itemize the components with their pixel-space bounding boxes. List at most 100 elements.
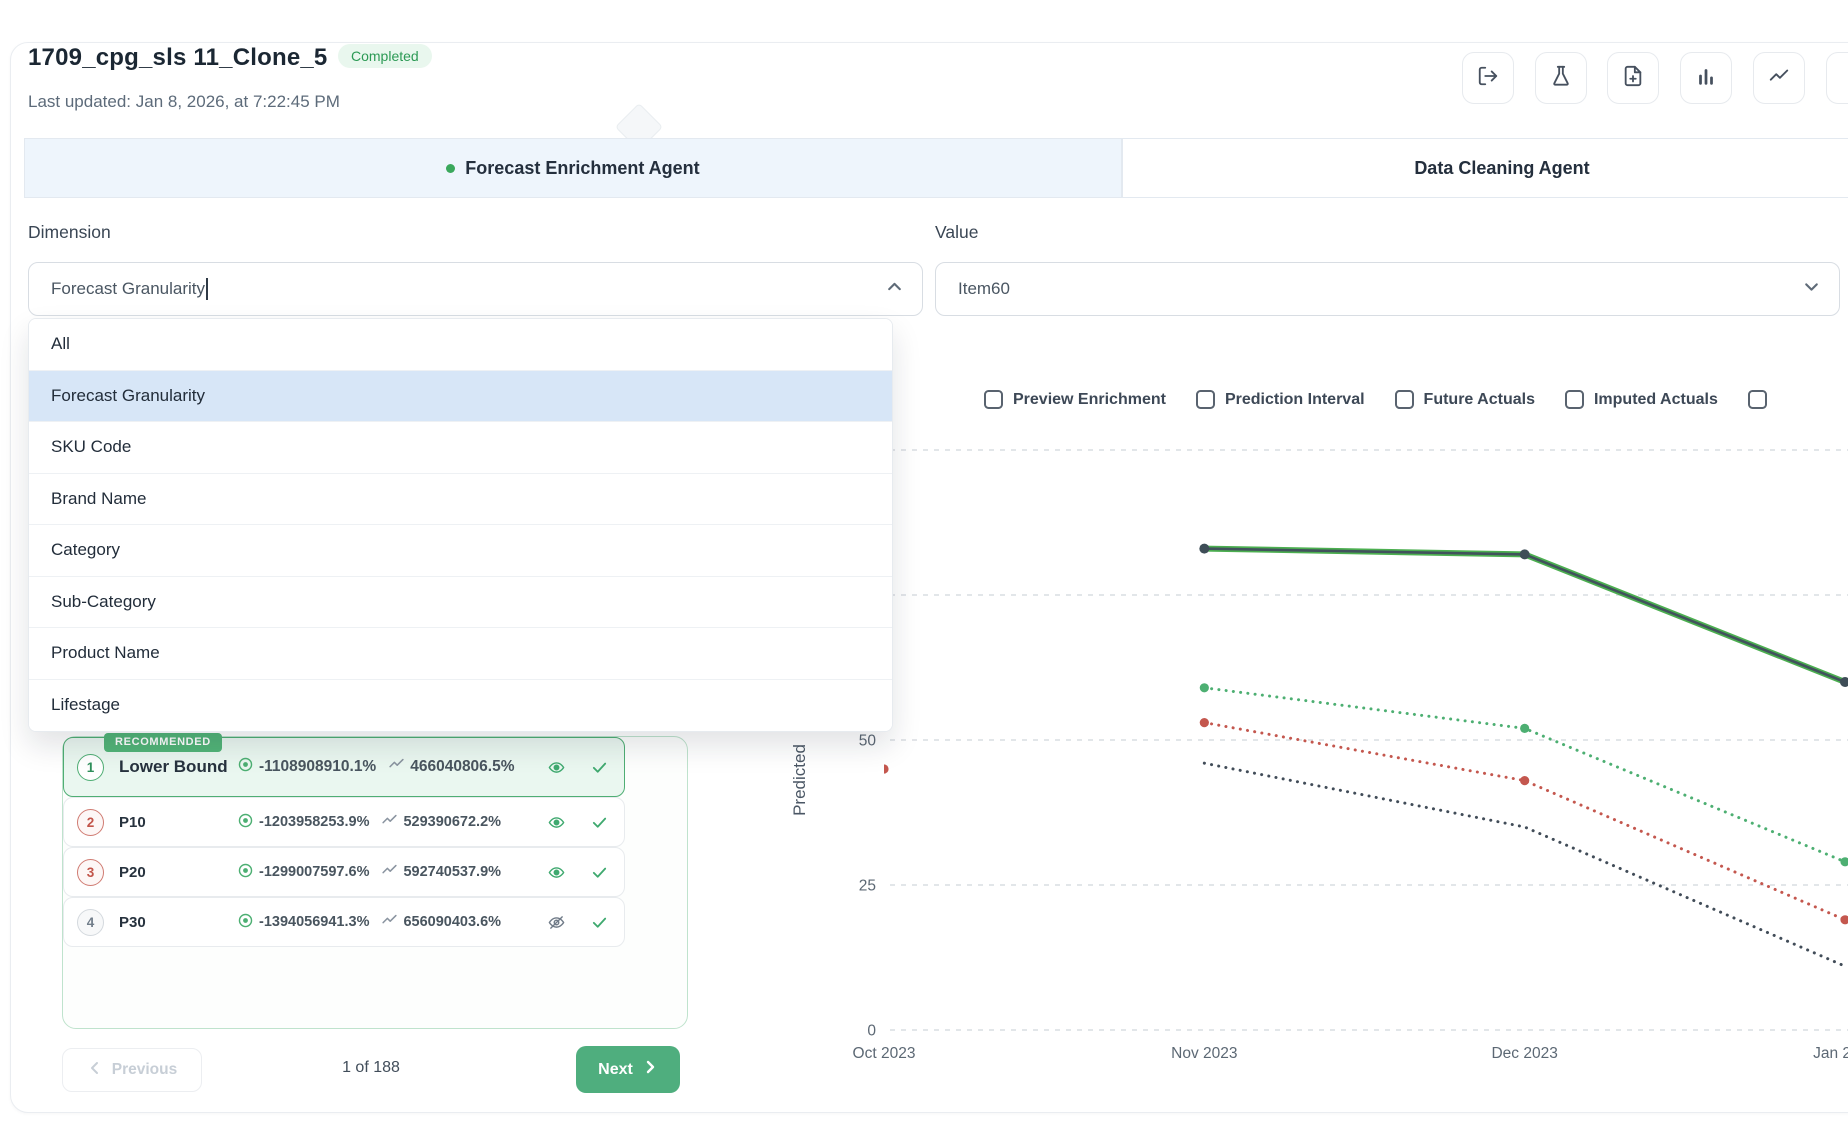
dimension-option-forecast-granularity[interactable]: Forecast Granularity <box>29 371 892 423</box>
eye-icon[interactable] <box>548 864 565 881</box>
value-select-value: Item60 <box>958 279 1010 299</box>
target-metric: -1203958253.9% <box>237 812 369 833</box>
toggle-clipped[interactable] <box>1748 390 1767 409</box>
history-button[interactable] <box>1826 52 1848 104</box>
eye-off-icon[interactable] <box>548 914 565 931</box>
bar-chart-button[interactable] <box>1680 52 1732 104</box>
dimension-option-product-name[interactable]: Product Name <box>29 628 892 680</box>
trend-line-icon <box>1768 65 1790 92</box>
forecast-candidate-row-p30[interactable]: 4 P30-1394056941.3% 656090403.6% <box>63 897 625 947</box>
dimension-combobox[interactable]: Forecast Granularity <box>28 262 923 316</box>
target-icon <box>237 862 254 883</box>
value-select[interactable]: Item60 <box>935 262 1840 316</box>
value-label: Value <box>935 222 978 243</box>
dimension-option-all[interactable]: All <box>29 319 892 371</box>
tab-label: Data Cleaning Agent <box>1414 158 1589 179</box>
svg-text:Jan 2024: Jan 2024 <box>1813 1045 1848 1062</box>
checkbox-icon[interactable] <box>1196 390 1215 409</box>
svg-text:Nov 2023: Nov 2023 <box>1171 1045 1237 1062</box>
status-badge: Completed <box>338 44 432 68</box>
check-icon[interactable] <box>591 759 608 776</box>
forecast-chart: 02550Oct 2023Nov 2023Dec 2023Jan 2024 <box>770 370 1848 1080</box>
toggle-label: Imputed Actuals <box>1594 391 1718 409</box>
target-icon <box>237 912 254 933</box>
target-metric: -1108908910.1% <box>237 756 376 778</box>
previous-button[interactable]: Previous <box>62 1048 202 1092</box>
trend-icon <box>381 912 398 933</box>
trend-metric: 592740537.9% <box>381 862 501 883</box>
svg-text:25: 25 <box>859 878 876 895</box>
series-lower-dotted-dark <box>1204 763 1845 966</box>
trend-icon <box>381 862 398 883</box>
target-icon <box>237 812 254 833</box>
tab-data-cleaning-agent[interactable]: Data Cleaning Agent <box>1122 138 1848 198</box>
trend-icon <box>388 756 405 778</box>
target-metric: -1394056941.3% <box>237 912 369 933</box>
last-updated-text: Last updated: Jan 8, 2026, at 7:22:45 PM <box>28 92 340 112</box>
eye-icon[interactable] <box>548 814 565 831</box>
toggle-label: Preview Enrichment <box>1013 391 1166 409</box>
dimension-dropdown-menu: AllForecast GranularitySKU CodeBrand Nam… <box>28 318 893 732</box>
dimension-option-lifestage[interactable]: Lifestage <box>29 680 892 732</box>
experiment-button[interactable] <box>1535 52 1587 104</box>
forecast-candidate-row-p10[interactable]: 2P10-1203958253.9%529390672.2% <box>63 797 625 847</box>
trend-metric: 529390672.2% <box>381 812 501 833</box>
toggle-imputed-actuals[interactable]: Imputed Actuals <box>1565 390 1718 409</box>
line-chart-button[interactable] <box>1753 52 1805 104</box>
recommended-badge: RECOMMENDED <box>104 733 222 752</box>
chevron-left-icon <box>87 1060 103 1081</box>
dimension-option-sku-code[interactable]: SKU Code <box>29 422 892 474</box>
text-cursor <box>206 278 208 300</box>
chevron-down-icon <box>1802 277 1821 301</box>
series-mid-dotted-red <box>879 718 1848 924</box>
check-icon[interactable] <box>591 914 608 931</box>
rank-number: 1 <box>77 754 104 781</box>
toggle-prediction-interval[interactable]: Prediction Interval <box>1196 390 1365 409</box>
dimension-label: Dimension <box>28 222 111 243</box>
checkbox-icon[interactable] <box>1395 390 1414 409</box>
file-plus-icon <box>1622 65 1644 92</box>
check-icon[interactable] <box>591 814 608 831</box>
checkbox-icon[interactable] <box>1748 390 1767 409</box>
export-button[interactable] <box>1462 52 1514 104</box>
chevron-up-icon <box>885 277 904 301</box>
dimension-option-category[interactable]: Category <box>29 525 892 577</box>
series-enriched-forecast-solid <box>1199 544 1848 687</box>
forecast-candidate-row-p20[interactable]: 3P20-1299007597.6%592740537.9% <box>63 847 625 897</box>
tab-label: Forecast Enrichment Agent <box>465 158 699 179</box>
trend-icon <box>381 812 398 833</box>
clock-icon-partial <box>1830 65 1848 92</box>
export-icon <box>1477 65 1499 92</box>
candidate-label: P20 <box>119 864 237 881</box>
dimension-option-sub-category[interactable]: Sub-Category <box>29 577 892 629</box>
page-indicator: 1 of 188 <box>311 1059 431 1077</box>
target-icon <box>237 756 254 778</box>
flask-icon <box>1550 65 1572 92</box>
add-document-button[interactable] <box>1607 52 1659 104</box>
eye-icon[interactable] <box>548 759 565 776</box>
toggle-label: Prediction Interval <box>1225 391 1365 409</box>
dimension-option-brand-name[interactable]: Brand Name <box>29 474 892 526</box>
checkbox-icon[interactable] <box>1565 390 1584 409</box>
toggle-future-actuals[interactable]: Future Actuals <box>1395 390 1535 409</box>
checkbox-icon[interactable] <box>984 390 1003 409</box>
trend-metric: 656090403.6% <box>381 912 501 933</box>
bar-chart-icon <box>1695 65 1717 92</box>
active-status-dot-icon <box>446 164 455 173</box>
recommendation-panel: 1 Lower Bound-1108908910.1% 466040806.5% 2 P… <box>62 736 688 1029</box>
toggle-label: Future Actuals <box>1424 391 1535 409</box>
toggle-preview-enrichment[interactable]: Preview Enrichment <box>984 390 1166 409</box>
rank-number: 3 <box>77 859 104 886</box>
app-window: 1709_cpg_sls 11_Clone_5 Completed Last u… <box>0 0 1848 1128</box>
series-upper-bound-dotted-green <box>1200 683 1848 866</box>
next-button[interactable]: Next <box>576 1046 680 1093</box>
chevron-right-icon <box>642 1059 658 1080</box>
trend-metric: 466040806.5% <box>388 756 514 778</box>
rank-number: 2 <box>77 809 104 836</box>
check-icon[interactable] <box>591 864 608 881</box>
candidate-label: Lower Bound <box>119 757 237 777</box>
candidate-label: P30 <box>119 914 237 931</box>
chart-toggle-row: Preview Enrichment Prediction Interval Fut… <box>984 390 1797 409</box>
rank-number: 4 <box>77 909 104 936</box>
tab-forecast-enrichment-agent[interactable]: Forecast Enrichment Agent <box>24 138 1122 198</box>
